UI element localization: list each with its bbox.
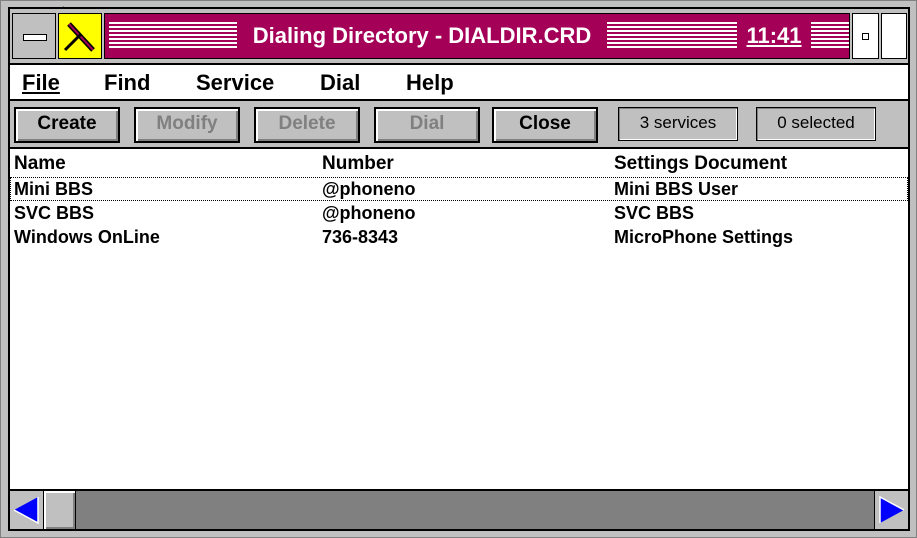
menu-dial[interactable]: Dial <box>320 69 360 97</box>
column-name[interactable]: Name <box>14 153 66 175</box>
maximize-icon[interactable] <box>881 13 907 59</box>
services-count: 3 services <box>618 107 738 141</box>
service-number: 736-8343 <box>322 227 399 247</box>
toolbar: Create Modify Delete Dial Close 3 servic… <box>10 101 908 149</box>
service-number: @phoneno <box>322 179 416 199</box>
list-item[interactable]: Mini BBS @phoneno Mini BBS User <box>10 177 908 201</box>
menu-file-label: File <box>22 70 60 95</box>
list-item[interactable]: SVC BBS @phoneno SVC BBS <box>10 201 908 225</box>
window-frame: Dialing Directory - DIALDIR.CRD 11:41 Fi… <box>8 7 910 531</box>
create-button[interactable]: Create <box>14 107 120 143</box>
close-button[interactable]: Close <box>492 107 598 143</box>
right-arrow-icon[interactable] <box>874 491 908 529</box>
menu-service[interactable]: Service <box>196 69 274 97</box>
menu-bar: File Find Service Dial Help <box>10 63 908 101</box>
selected-count: 0 selected <box>756 107 876 141</box>
list-item[interactable]: Windows OnLine 736-8343 MicroPhone Setti… <box>10 225 908 249</box>
menu-help[interactable]: Help <box>406 69 454 97</box>
service-settings: SVC BBS <box>614 203 695 223</box>
menu-file[interactable]: File <box>22 69 60 97</box>
service-list[interactable]: Name Number Settings Document Mini BBS @… <box>10 149 908 489</box>
column-settings-document[interactable]: Settings Document <box>614 153 787 175</box>
scrollbar-thumb[interactable] <box>44 491 76 529</box>
modify-button[interactable]: Modify <box>134 107 240 143</box>
telephone-pen-icon <box>58 13 102 59</box>
left-arrow-icon[interactable] <box>10 491 44 529</box>
title-bar[interactable]: Dialing Directory - DIALDIR.CRD 11:41 <box>10 9 908 63</box>
column-number[interactable]: Number <box>322 153 394 175</box>
delete-button[interactable]: Delete <box>254 107 360 143</box>
dialing-directory-window: Dialing Directory - DIALDIR.CRD 11:41 Fi… <box>0 0 917 538</box>
minimize-icon[interactable] <box>852 13 879 59</box>
service-settings: MicroPhone Settings <box>614 227 794 247</box>
horizontal-scrollbar[interactable] <box>10 489 908 529</box>
dial-button[interactable]: Dial <box>374 107 480 143</box>
service-name: SVC BBS <box>14 203 95 223</box>
window-title: Dialing Directory - DIALDIR.CRD <box>237 20 607 52</box>
service-number: @phoneno <box>322 203 416 223</box>
clock: 11:41 <box>737 20 811 52</box>
service-name: Windows OnLine <box>14 227 160 247</box>
service-settings: Mini BBS User <box>614 179 739 199</box>
title-bar-caption[interactable]: Dialing Directory - DIALDIR.CRD 11:41 <box>104 13 850 59</box>
service-name: Mini BBS <box>14 179 93 199</box>
system-menu-icon[interactable] <box>12 13 56 59</box>
menu-find[interactable]: Find <box>104 69 150 97</box>
